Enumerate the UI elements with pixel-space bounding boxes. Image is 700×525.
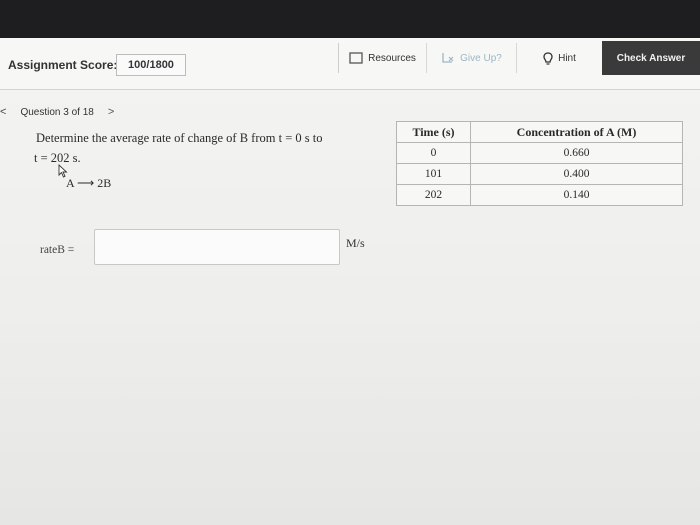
question-line-1: Determine the average rate of change of … xyxy=(36,131,323,145)
concentration-cell: 0.660 xyxy=(470,142,683,164)
resources-label: Resources xyxy=(368,52,416,64)
column-header-concentration: Concentration of A (M) xyxy=(470,121,683,143)
give-up-icon xyxy=(441,52,455,64)
check-answer-button[interactable]: Check Answer xyxy=(602,41,700,75)
question-prompt: Determine the average rate of change of … xyxy=(34,128,376,168)
rate-input-label: rateB = xyxy=(40,244,75,256)
hint-button[interactable]: Hint xyxy=(516,43,602,73)
lightbulb-icon xyxy=(543,51,553,65)
next-question-button[interactable]: > xyxy=(108,106,114,118)
time-cell: 0 xyxy=(396,142,471,164)
rate-answer-input[interactable] xyxy=(94,229,340,265)
hint-label: Hint xyxy=(558,52,576,64)
previous-question-button[interactable]: < xyxy=(0,106,6,118)
document-icon xyxy=(349,52,363,64)
concentration-table: Time (s) Concentration of A (M) 0 0.660 … xyxy=(396,121,683,206)
assignment-score-label: Assignment Score: xyxy=(8,58,118,72)
column-header-time: Time (s) xyxy=(396,121,471,143)
assignment-score-badge: 100/1800 xyxy=(116,54,186,76)
reaction-equation: A ⟶ 2B xyxy=(66,176,112,190)
question-navigation: < Question 3 of 18 > xyxy=(0,104,114,120)
resources-button[interactable]: Resources xyxy=(338,43,426,73)
give-up-label: Give Up? xyxy=(460,52,502,64)
question-line-2: t = 202 s. xyxy=(34,151,81,165)
top-toolbar: Assignment Score: 100/1800 Resources Giv… xyxy=(0,38,700,90)
rate-unit-label: M/s xyxy=(346,236,365,250)
time-cell: 202 xyxy=(396,184,471,206)
table-row: 202 0.140 xyxy=(396,184,683,206)
table-row: 101 0.400 xyxy=(396,163,683,185)
give-up-button[interactable]: Give Up? xyxy=(426,43,516,73)
table-header-row: Time (s) Concentration of A (M) xyxy=(396,121,683,143)
table-row: 0 0.660 xyxy=(396,142,683,164)
time-cell: 101 xyxy=(396,163,471,185)
assignment-screen: Assignment Score: 100/1800 Resources Giv… xyxy=(0,38,700,525)
concentration-cell: 0.140 xyxy=(470,184,683,206)
concentration-cell: 0.400 xyxy=(470,163,683,185)
question-counter: Question 3 of 18 xyxy=(20,106,94,118)
